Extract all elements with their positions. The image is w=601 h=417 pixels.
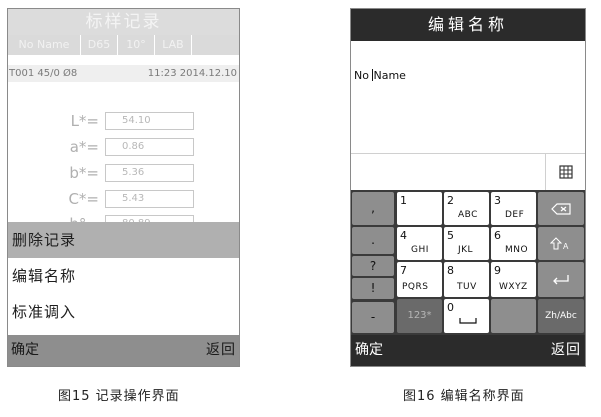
name-text-area[interactable]: No Name: [351, 41, 585, 153]
key-3[interactable]: 3 DEF: [491, 192, 536, 225]
key-digit: 5: [447, 229, 454, 242]
tab-observer[interactable]: 10°: [118, 35, 155, 55]
text-after-cursor: Name: [373, 69, 406, 82]
grid-icon: [558, 165, 573, 179]
key-8[interactable]: 8 TUV: [444, 262, 489, 297]
keypad: , . ? ! - 1 2 ABC 3 DEF 4 GHI 5 JKL 6 MN…: [351, 190, 585, 335]
value-field: 5.36: [105, 164, 194, 182]
key-period[interactable]: .: [352, 227, 394, 254]
key-digit: 6: [494, 229, 501, 242]
key-4[interactable]: 4 GHI: [397, 227, 442, 260]
key-6[interactable]: 6 MNO: [491, 227, 536, 260]
candidate-bar: [351, 153, 585, 190]
key-9[interactable]: 9 WXYZ: [491, 262, 536, 297]
enter-button[interactable]: [538, 262, 584, 297]
key-0[interactable]: 0: [444, 299, 489, 333]
key-comma[interactable]: ,: [352, 192, 394, 225]
key-5[interactable]: 5 JKL: [444, 227, 489, 260]
key-letters: MNO: [505, 245, 529, 255]
value-label: C*=: [68, 190, 99, 208]
confirm-button[interactable]: 确定: [355, 335, 383, 366]
value-label: L*=: [70, 112, 99, 130]
tab-bar: No Name D65 10° LAB: [8, 35, 239, 55]
key-digit: 1: [400, 194, 407, 207]
key-digit: 8: [447, 264, 454, 277]
value-label: a*=: [69, 138, 99, 156]
symbol-table-button[interactable]: [545, 154, 585, 190]
name-text: No Name: [354, 69, 406, 82]
record-screen: 标样记录 No Name D65 10° LAB T001 45/0 Ø8 11…: [7, 8, 240, 367]
back-button[interactable]: 返回: [206, 335, 236, 366]
screen-title: 编辑名称: [351, 9, 585, 41]
menu-item-delete-record[interactable]: 删除记录: [8, 222, 239, 258]
key-letters: JKL: [458, 245, 474, 255]
key-2[interactable]: 2 ABC: [444, 192, 489, 225]
menu-item-edit-name[interactable]: 编辑名称: [8, 258, 239, 294]
svg-text:A: A: [563, 242, 569, 251]
record-datetime: 11:23 2014.12.10: [147, 68, 237, 79]
key-letters: GHI: [411, 245, 429, 255]
value-row-c: C*= 5.43: [8, 190, 239, 208]
figure-caption-left: 图15 记录操作界面: [58, 389, 180, 404]
back-button[interactable]: 返回: [551, 335, 581, 366]
backspace-icon: [551, 202, 571, 215]
tab-empty[interactable]: [192, 35, 239, 55]
key-digit: 2: [447, 194, 454, 207]
language-toggle-button[interactable]: Zh/Abc: [538, 299, 584, 333]
key-letters: PQRS: [402, 282, 429, 292]
key-digit: 0: [447, 301, 454, 314]
record-id: T001 45/0 Ø8: [9, 68, 78, 79]
space-icon: [459, 318, 477, 324]
tab-color-space[interactable]: LAB: [155, 35, 192, 55]
menu-item-load-standard[interactable]: 标准调入: [8, 294, 239, 330]
key-dash[interactable]: -: [352, 302, 394, 333]
text-before-cursor: No: [354, 69, 373, 82]
key-digit: 9: [494, 264, 501, 277]
enter-icon: [553, 274, 569, 284]
edit-name-screen: 编辑名称 No Name , . ? ! - 1 2 ABC 3 DEF 4 G…: [350, 8, 586, 367]
bottom-bar: 确定 返回: [8, 335, 239, 366]
key-exclamation[interactable]: !: [352, 278, 394, 299]
key-letters: ABC: [458, 210, 478, 220]
value-row-l: L*= 54.10: [8, 112, 239, 130]
value-field: 54.10: [105, 112, 194, 130]
screen-title: 标样记录: [8, 9, 239, 35]
key-digit: 7: [400, 264, 407, 277]
value-field: 5.43: [105, 190, 194, 208]
value-row-b: b*= 5.36: [8, 164, 239, 182]
record-info: T001 45/0 Ø8 11:23 2014.12.10: [8, 65, 239, 82]
key-digit: 3: [494, 194, 501, 207]
key-mode[interactable]: 123*: [397, 299, 442, 333]
value-field: 0.86: [105, 138, 194, 156]
key-1[interactable]: 1: [397, 192, 442, 225]
key-blank[interactable]: [491, 299, 536, 333]
figure-caption-right: 图16 编辑名称界面: [403, 389, 525, 404]
tab-name[interactable]: No Name: [8, 35, 81, 55]
key-7[interactable]: 7 PQRS: [397, 262, 442, 297]
key-letters: TUV: [457, 282, 477, 292]
shift-button[interactable]: A: [538, 227, 584, 260]
tab-illuminant[interactable]: D65: [81, 35, 118, 55]
value-label: b*=: [69, 164, 99, 182]
key-question[interactable]: ?: [352, 256, 394, 276]
value-row-a: a*= 0.86: [8, 138, 239, 156]
backspace-button[interactable]: [538, 192, 584, 225]
confirm-button[interactable]: 确定: [11, 335, 39, 366]
key-letters: WXYZ: [499, 282, 528, 292]
key-letters: DEF: [505, 210, 525, 220]
shift-icon: A: [550, 236, 569, 251]
key-digit: 4: [400, 229, 407, 242]
bottom-bar: 确定 返回: [351, 335, 585, 366]
